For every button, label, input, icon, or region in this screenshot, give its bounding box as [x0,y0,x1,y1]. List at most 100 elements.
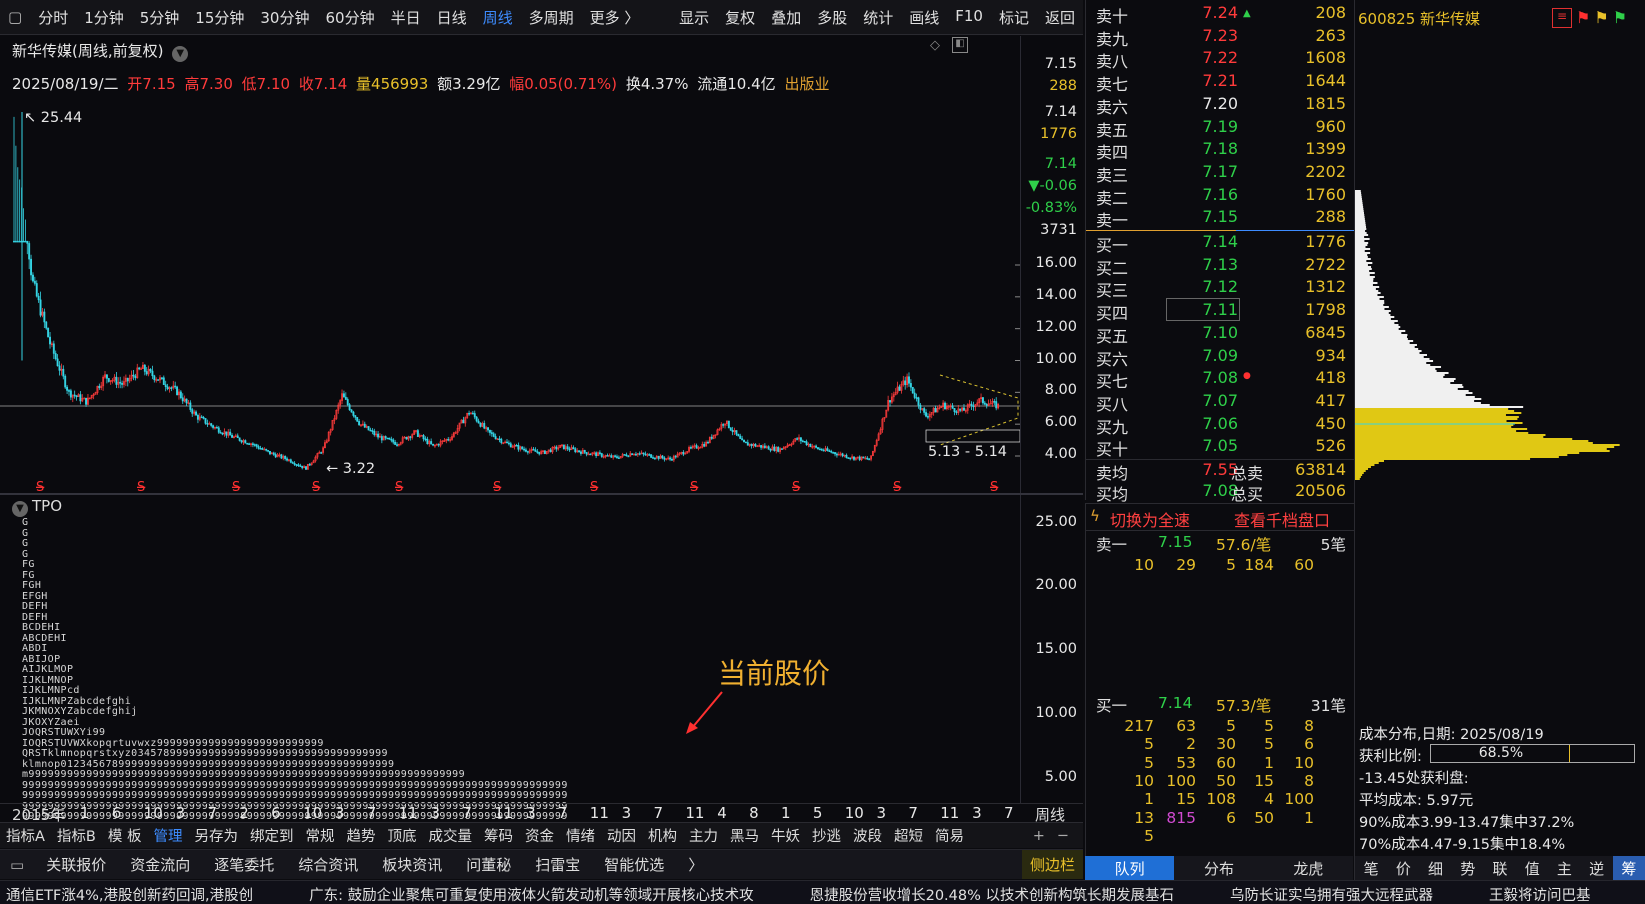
news-ticker[interactable]: 通信ETF涨4%,港股创新药回调,港股创 广东: 鼓励企业聚焦可重复使用液体火箭发… [0,880,1645,904]
link-tab-7[interactable]: 智能优选 [592,854,676,875]
ask-row-3[interactable]: 卖三 7.17 2202 [1086,162,1354,185]
queue-tab-2[interactable]: 龙虎 [1264,856,1353,880]
link-tab-6[interactable]: 扫雷宝 [523,854,592,875]
ask-row-10[interactable]: 卖十 7.24 208 [1086,3,1354,26]
indicator-tab-6[interactable]: 常规 [299,825,340,846]
chip-tab-5[interactable]: 值 [1516,856,1548,880]
indicator-tab-13[interactable]: 动因 [601,825,642,846]
dropdown-icon[interactable]: ▼ [172,46,189,62]
indicator-tab-7[interactable]: 趋势 [340,825,381,846]
news-item-2[interactable]: 恩捷股份营收增长20.48% 以技术创新构筑长期发展基石 [810,888,1174,904]
indicator-tab-14[interactable]: 机构 [642,825,683,846]
bid-row-5[interactable]: 买五 7.10 6845 [1086,323,1354,346]
green-flag-icon[interactable]: ⚑ [1613,8,1627,28]
period-tab-8[interactable]: 周线 [475,7,521,28]
link-tab-5[interactable]: 问董秘 [454,854,523,875]
link-tab-3[interactable]: 综合资讯 [286,854,370,875]
chip-tab-1[interactable]: 价 [1387,856,1419,880]
tool-button-8[interactable]: 返回 [1037,7,1083,28]
diamond-icon[interactable]: ◇ [930,38,940,53]
period-tab-5[interactable]: 60分钟 [317,7,382,28]
add-pane-button[interactable]: + [1027,828,1051,844]
indicator-tab-20[interactable]: 超短 [888,825,929,846]
indicator-tab-10[interactable]: 筹码 [478,825,519,846]
chip-tab-2[interactable]: 细 [1419,856,1451,880]
chip-tab-7[interactable]: 逆 [1581,856,1613,880]
indicator-tab-5[interactable]: 绑定到 [244,825,300,846]
news-item-1[interactable]: 广东: 鼓励企业聚焦可重复使用液体火箭发动机等领域开展核心技术攻 [309,888,754,904]
indicator-tab-19[interactable]: 波段 [847,825,888,846]
yellow-flag-icon[interactable]: ⚑ [1594,8,1608,28]
indicator-tab-15[interactable]: 主力 [683,825,724,846]
indicator-tab-8[interactable]: 顶底 [381,825,422,846]
sector-value[interactable]: 出版业 [784,75,829,93]
bid-row-4[interactable]: 买四 7.11 1798 [1086,298,1354,323]
period-tab-6[interactable]: 半日 [383,7,429,28]
period-tab-9[interactable]: 多周期 [521,7,582,28]
indicator-tab-2[interactable]: 模 板 [102,825,148,846]
link-tab-0[interactable]: 关联报价 [34,854,118,875]
chip-tab-8[interactable]: 筹 [1612,856,1645,880]
indicator-tab-3[interactable]: 管理 [147,825,188,846]
tool-button-2[interactable]: 叠加 [763,7,809,28]
period-tab-3[interactable]: 15分钟 [187,7,252,28]
remove-pane-button[interactable]: − [1051,828,1075,844]
period-tab-0[interactable]: 分时 [30,7,76,28]
ask-row-7[interactable]: 卖七 7.21 1644 [1086,71,1354,94]
news-item-4[interactable]: 王毅将访问巴基 [1489,888,1591,904]
red-flag-icon[interactable]: ⚑ [1576,8,1590,28]
news-item-0[interactable]: 通信ETF涨4%,港股创新药回调,港股创 [6,888,253,904]
chip-tab-4[interactable]: 联 [1484,856,1516,880]
tool-button-6[interactable]: F10 [947,7,991,28]
tool-button-7[interactable]: 标记 [991,7,1037,28]
switch-speed-button[interactable]: 切换为全速 [1110,507,1190,531]
ask-row-8[interactable]: 卖八 7.22 1608 [1086,48,1354,71]
tool-button-0[interactable]: 显示 [671,7,717,28]
bid-row-6[interactable]: 买六 7.09 934 [1086,346,1354,369]
triangle-pattern[interactable] [939,374,1019,446]
link-tab-1[interactable]: 资金流向 [118,854,202,875]
queue-tab-0[interactable]: 队列 [1085,856,1175,880]
ask-row-1[interactable]: 卖一 7.15 288 [1086,207,1354,230]
tool-button-5[interactable]: 画线 [901,7,947,28]
bid-row-8[interactable]: 买八 7.07 417 [1086,391,1354,414]
range-box[interactable] [925,429,1020,443]
indicator-tab-21[interactable]: 简易 [929,825,970,846]
bid-row-9[interactable]: 买九 7.06 450 [1086,414,1354,437]
chip-tab-3[interactable]: 势 [1452,856,1484,880]
indicator-tab-12[interactable]: 情绪 [560,825,601,846]
collapse-icon[interactable]: ▼ [12,501,28,517]
bid-row-10[interactable]: 买十 7.05 526 [1086,436,1354,459]
price-chart[interactable]: ↖ 25.44← 3.225.13 - 5.14S S S S S S S S S S S [0,100,1020,495]
pane-divider[interactable] [0,493,1083,495]
indicator-tab-18[interactable]: 抄逃 [806,825,847,846]
tool-button-1[interactable]: 复权 [717,7,763,28]
link-tab-2[interactable]: 逐笔委托 [202,854,286,875]
panel-toggle-icon[interactable]: ◧ [952,37,968,53]
indicator-tab-9[interactable]: 成交量 [422,825,478,846]
period-tab-4[interactable]: 30分钟 [252,7,317,28]
news-item-3[interactable]: 乌防长证实乌拥有强大远程武器 [1230,888,1433,904]
view-depth-button[interactable]: 查看千档盘口 [1234,507,1330,531]
link-tab-4[interactable]: 板块资讯 [370,854,454,875]
indicator-tab-4[interactable]: 另存为 [188,825,244,846]
ask-row-4[interactable]: 卖四 7.18 1399 [1086,139,1354,162]
sidebar-button[interactable]: 侧边栏 [1021,850,1083,879]
bid-row-3[interactable]: 买三 7.12 1312 [1086,277,1354,300]
bid-row-7[interactable]: 买七 7.08 418 [1086,368,1354,391]
period-tab-2[interactable]: 5分钟 [132,7,188,28]
link-tab-8[interactable]: 〉 [676,854,715,875]
tool-button-3[interactable]: 多股 [809,7,855,28]
indicator-tab-17[interactable]: 牛妖 [765,825,806,846]
kline-icon[interactable]: ≡ [1552,8,1572,28]
period-tab-10[interactable]: 更多 〉 [582,7,648,28]
tool-button-4[interactable]: 统计 [855,7,901,28]
bid-row-1[interactable]: 买一 7.14 1776 [1086,232,1354,255]
indicator-tab-11[interactable]: 资金 [519,825,560,846]
ask-row-5[interactable]: 卖五 7.19 960 [1086,117,1354,140]
chip-tab-6[interactable]: 主 [1548,856,1580,880]
period-tab-1[interactable]: 1分钟 [76,7,132,28]
chip-tab-0[interactable]: 笔 [1355,856,1387,880]
queue-tab-1[interactable]: 分布 [1174,856,1263,880]
panel-icon[interactable]: ▭ [0,856,34,874]
